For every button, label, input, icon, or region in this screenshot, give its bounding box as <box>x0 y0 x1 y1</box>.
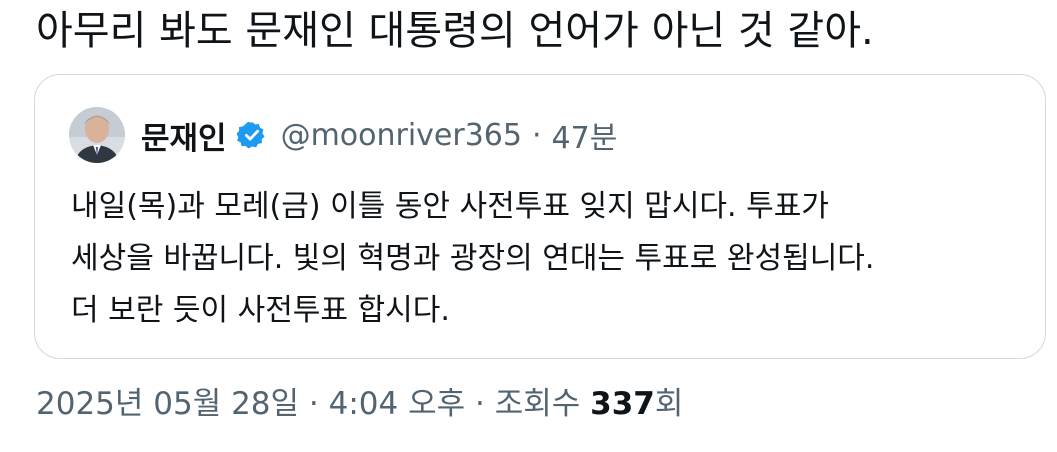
author-name[interactable]: 문재인 <box>141 113 227 158</box>
views-count: 337 <box>590 386 655 422</box>
post-time[interactable]: 4:04 오후 <box>329 386 466 422</box>
tweet-text: 아무리 봐도 문재인 대통령의 언어가 아닌 것 같아. <box>36 8 874 54</box>
quoted-tweet-header: 문재인 @moonriver365 · 47분 <box>69 107 617 163</box>
author-handle[interactable]: @moonriver365 <box>281 118 522 153</box>
quoted-text-line: 내일(목)과 모레(금) 이틀 동안 사전투표 잊지 맙시다. 투표가 <box>71 189 829 224</box>
separator-dot: · <box>475 386 485 422</box>
verified-badge-icon <box>236 120 267 150</box>
post-age[interactable]: 47분 <box>552 113 618 157</box>
quoted-text-line: 세상을 바꿉니다. 빛의 혁명과 광장의 연대는 투표로 완성됩니다. <box>71 241 875 276</box>
separator-dot: · <box>308 386 319 422</box>
quoted-tweet-card[interactable]: 문재인 @moonriver365 · 47분 내일(목)과 모레(금) 이틀 … <box>34 74 1046 359</box>
quoted-tweet-body: 내일(목)과 모레(금) 이틀 동안 사전투표 잊지 맙시다. 투표가 세상을 … <box>71 181 1031 337</box>
separator-dot: · <box>531 117 542 153</box>
author-avatar[interactable] <box>69 107 125 163</box>
views-suffix: 회 <box>654 386 684 422</box>
quoted-text-line: 더 보란 듯이 사전투표 합시다. <box>71 293 450 328</box>
post-date[interactable]: 2025년 05월 28일 <box>36 386 299 422</box>
views-label: 조회수 <box>494 386 581 422</box>
tweet-meta: 2025년 05월 28일 · 4:04 오후 · 조회수 337회 <box>36 380 683 428</box>
